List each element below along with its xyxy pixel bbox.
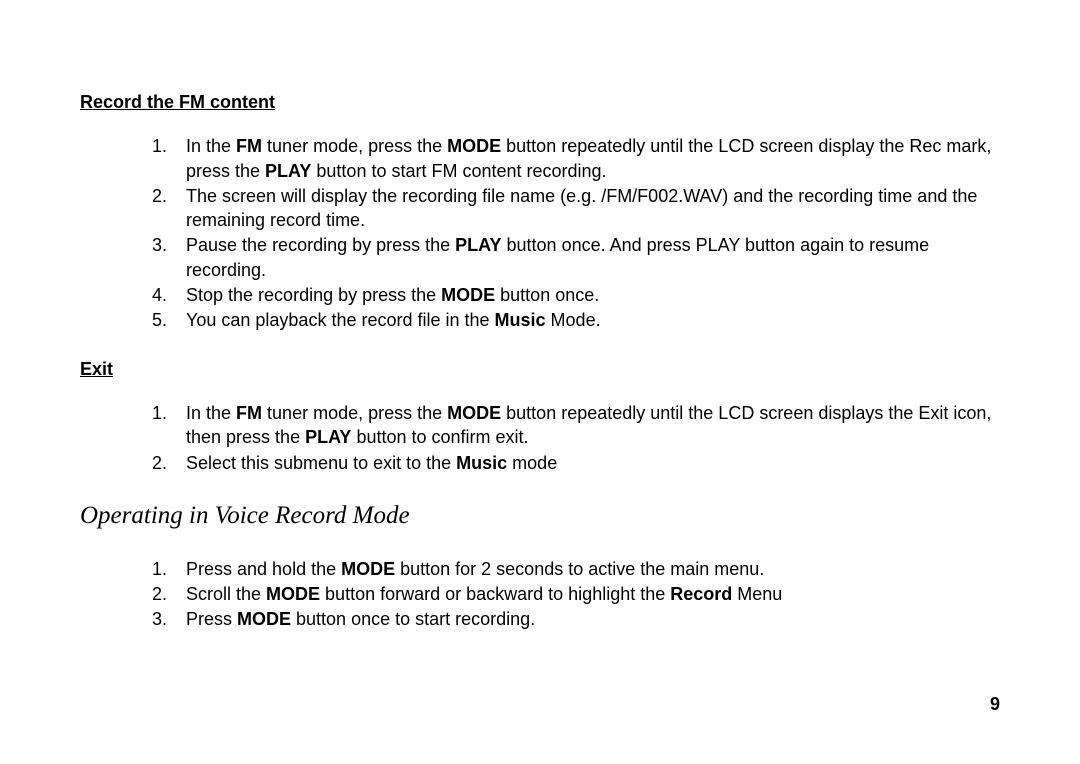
list-number: 3. [152, 233, 186, 282]
list-text: Stop the recording by press the MODE but… [186, 283, 1000, 307]
list-text: Select this submenu to exit to the Music… [186, 451, 1000, 475]
list-item: 3. Pause the recording by press the PLAY… [152, 233, 1000, 282]
list-item: 1. In the FM tuner mode, press the MODE … [152, 401, 1000, 450]
list-number: 2. [152, 184, 186, 233]
list-number: 3. [152, 607, 186, 631]
list-item: 2. Scroll the MODE button forward or bac… [152, 582, 1000, 606]
list-item: 1. In the FM tuner mode, press the MODE … [152, 134, 1000, 183]
list-number: 5. [152, 308, 186, 332]
list-number: 1. [152, 401, 186, 450]
list-text: In the FM tuner mode, press the MODE but… [186, 401, 1000, 450]
list-number: 2. [152, 451, 186, 475]
record-fm-heading: Record the FM content [80, 90, 1000, 114]
exit-list: 1. In the FM tuner mode, press the MODE … [152, 401, 1000, 475]
record-fm-section: Record the FM content 1. In the FM tuner… [80, 90, 1000, 333]
list-item: 1. Press and hold the MODE button for 2 … [152, 557, 1000, 581]
list-text: The screen will display the recording fi… [186, 184, 1000, 233]
record-fm-list: 1. In the FM tuner mode, press the MODE … [152, 134, 1000, 332]
voice-record-section: Operating in Voice Record Mode 1. Press … [80, 499, 1000, 632]
list-item: 3. Press MODE button once to start recor… [152, 607, 1000, 631]
page-number: 9 [990, 692, 1000, 716]
list-item: 4. Stop the recording by press the MODE … [152, 283, 1000, 307]
voice-record-heading: Operating in Voice Record Mode [80, 499, 1000, 533]
list-text: In the FM tuner mode, press the MODE but… [186, 134, 1000, 183]
exit-section: Exit 1. In the FM tuner mode, press the … [80, 357, 1000, 475]
list-number: 1. [152, 557, 186, 581]
exit-heading: Exit [80, 357, 1000, 381]
list-number: 4. [152, 283, 186, 307]
list-item: 5. You can playback the record file in t… [152, 308, 1000, 332]
list-text: Scroll the MODE button forward or backwa… [186, 582, 1000, 606]
list-text: Pause the recording by press the PLAY bu… [186, 233, 1000, 282]
voice-record-list: 1. Press and hold the MODE button for 2 … [152, 557, 1000, 632]
list-item: 2. Select this submenu to exit to the Mu… [152, 451, 1000, 475]
list-item: 2. The screen will display the recording… [152, 184, 1000, 233]
list-text: Press MODE button once to start recordin… [186, 607, 1000, 631]
list-number: 1. [152, 134, 186, 183]
list-text: You can playback the record file in the … [186, 308, 1000, 332]
list-number: 2. [152, 582, 186, 606]
list-text: Press and hold the MODE button for 2 sec… [186, 557, 1000, 581]
